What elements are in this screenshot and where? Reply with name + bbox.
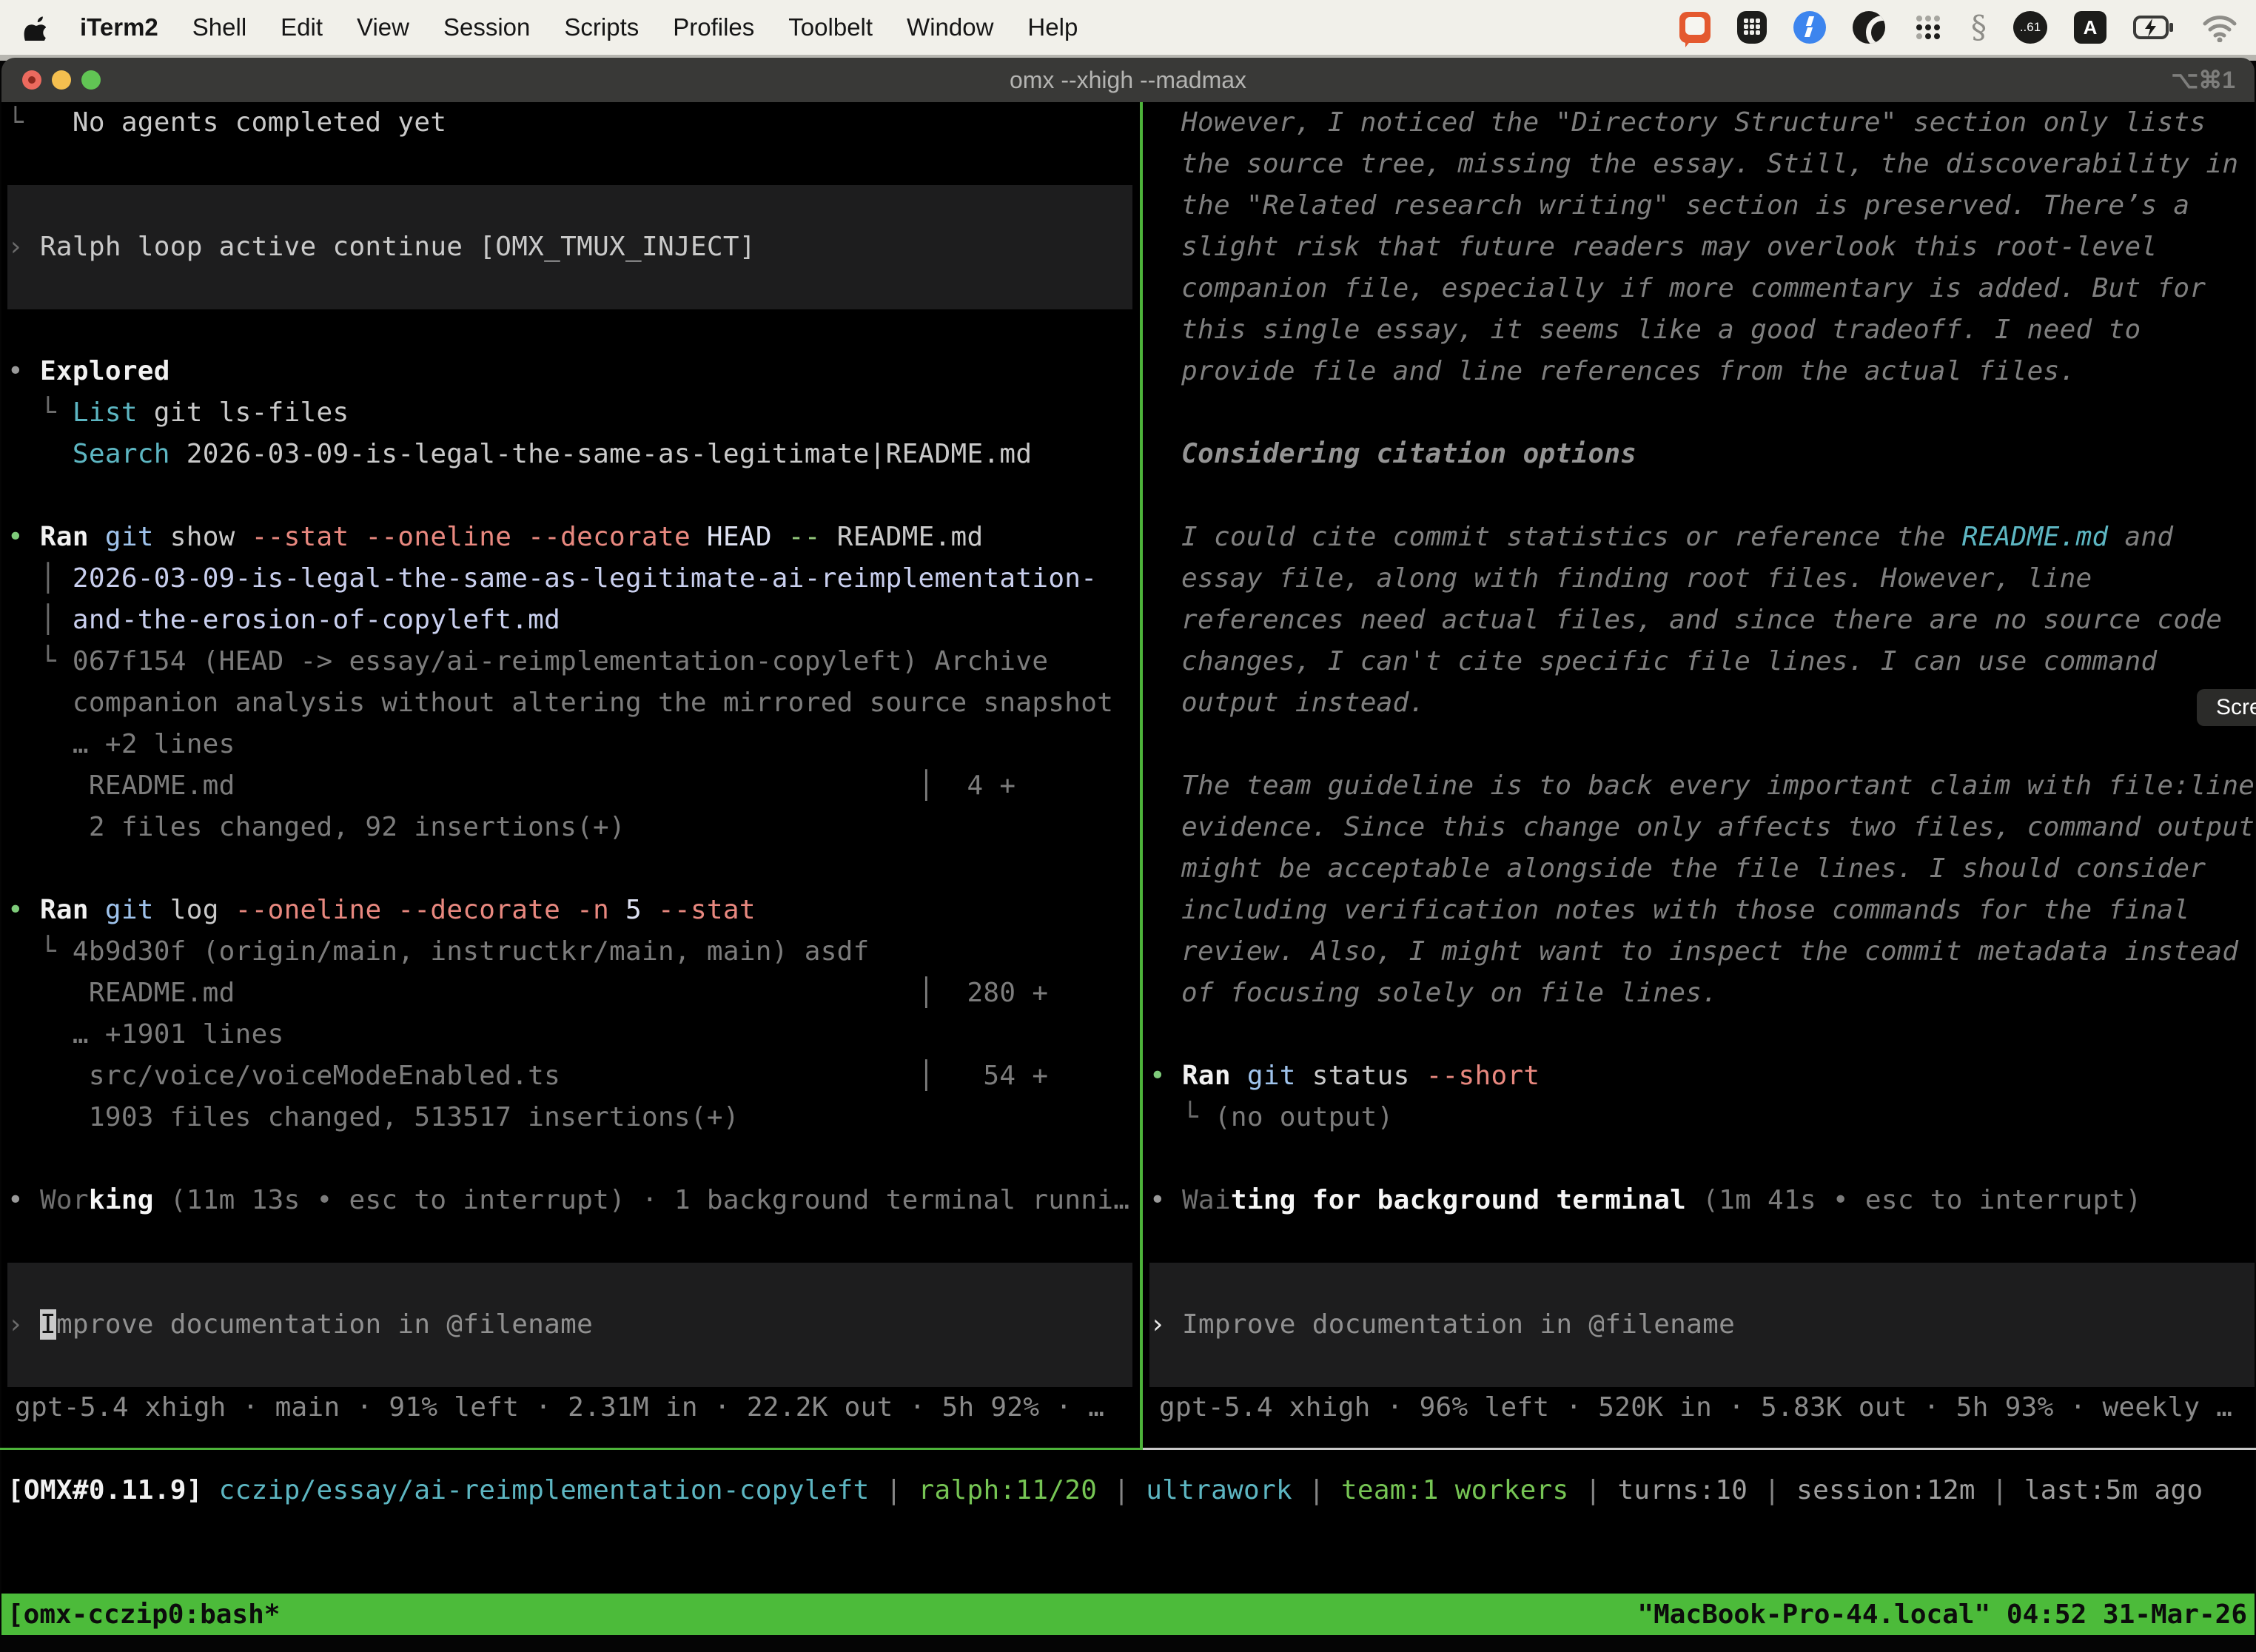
shield-grid-icon[interactable]	[1737, 11, 1767, 44]
tmux-pane-border-left	[0, 1448, 1143, 1450]
disc-61-icon[interactable]: ..61	[2013, 11, 2047, 44]
squiggle-icon[interactable]: §	[1971, 11, 1987, 44]
macos-menu-bar: iTerm2 Shell Edit View Session Scripts Profile…	[0, 0, 2256, 55]
chat-capture-icon[interactable]	[1679, 12, 1711, 43]
tmux-pane-divider[interactable]	[1140, 102, 1143, 1448]
crescent-disc-icon[interactable]	[1853, 11, 1885, 44]
window-title: omx --xhigh --madmax	[1, 67, 2255, 94]
menu-item-shell[interactable]: Shell	[192, 13, 246, 41]
window-titlebar[interactable]: omx --xhigh --madmax ⌥⌘1	[1, 58, 2255, 102]
menu-item-iterm2[interactable]: iTerm2	[80, 13, 158, 41]
window-shortcut-badge: ⌥⌘1	[2171, 66, 2235, 94]
menu-status-icons: § ..61 A	[1679, 11, 2256, 44]
screen-overlay-label: Scre	[2216, 695, 2256, 720]
tmux-session-window: [omx-cczip0:bash*	[7, 1599, 280, 1630]
terminal-background	[1, 102, 2255, 1594]
menu-item-help[interactable]: Help	[1027, 13, 1078, 41]
a-badge-icon[interactable]: A	[2074, 11, 2106, 44]
apple-menu-icon[interactable]	[24, 14, 46, 41]
menu-item-toolbelt[interactable]: Toolbelt	[788, 13, 873, 41]
blue-bolt-icon[interactable]	[1793, 11, 1826, 44]
menu-item-window[interactable]: Window	[907, 13, 993, 41]
dots-grid-icon[interactable]	[1912, 11, 1944, 44]
menu-item-scripts[interactable]: Scripts	[564, 13, 639, 41]
tmux-status-bar: [omx-cczip0:bash* "MacBook-Pro-44.local"…	[1, 1594, 2255, 1635]
battery-icon[interactable]	[2133, 11, 2175, 44]
tmux-host-clock: "MacBook-Pro-44.local" 04:52 31-Mar-26	[1637, 1599, 2247, 1630]
wifi-icon[interactable]	[2201, 13, 2238, 42]
screen-overlay-button[interactable]: Scre	[2197, 689, 2256, 726]
tmux-pane-border-right	[1143, 1448, 2256, 1450]
menu-item-profiles[interactable]: Profiles	[673, 13, 754, 41]
menu-item-session[interactable]: Session	[443, 13, 530, 41]
menu-items: iTerm2 Shell Edit View Session Scripts Profile…	[0, 13, 1078, 41]
menu-item-edit[interactable]: Edit	[281, 13, 323, 41]
menu-item-view[interactable]: View	[357, 13, 409, 41]
